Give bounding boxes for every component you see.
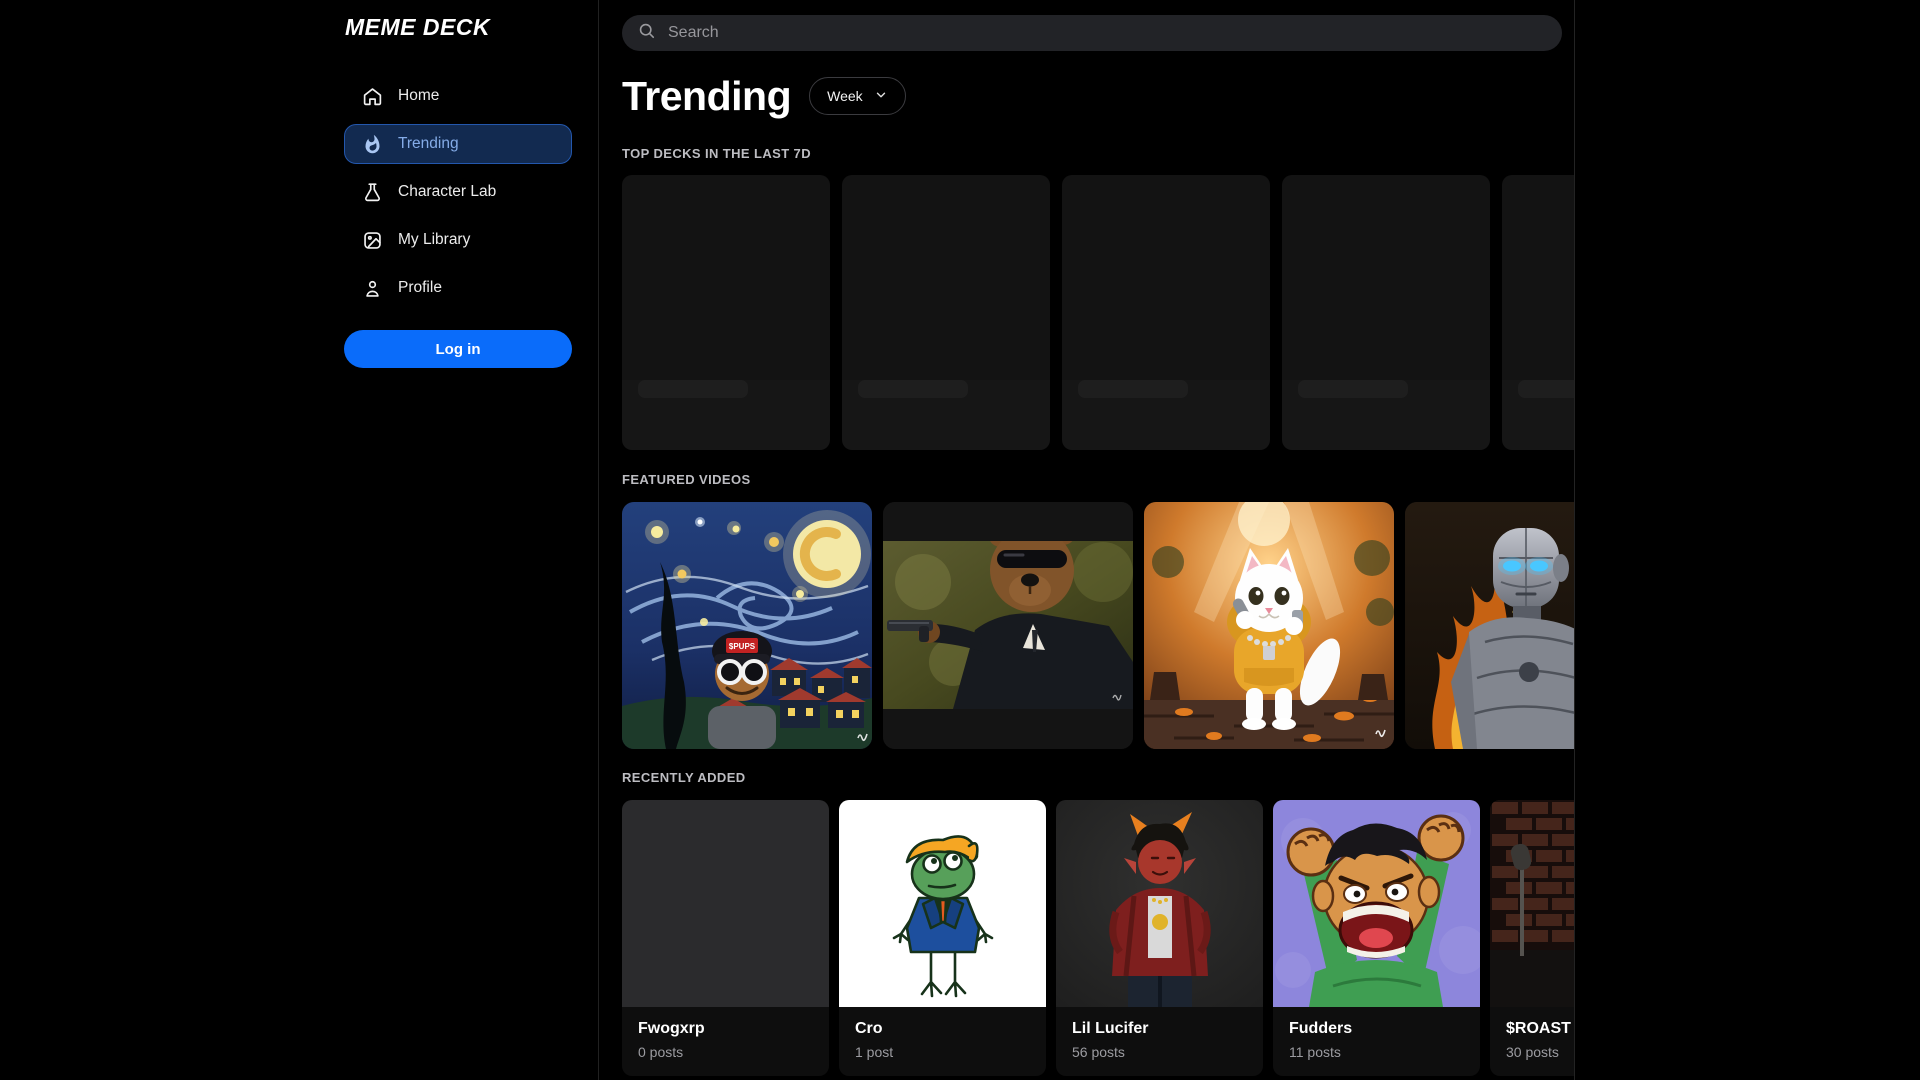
character-name: Fudders	[1289, 1020, 1464, 1038]
period-selector-value: Week	[827, 88, 863, 104]
flaming-robot-illustration	[1405, 502, 1575, 749]
rapper-cat-illustration	[1144, 502, 1394, 749]
page-header: Trending Week	[622, 72, 1574, 120]
suit-bear-illustration	[883, 502, 1133, 749]
character-name: Cro	[855, 1020, 1030, 1038]
library-icon	[362, 230, 383, 251]
sidebar-nav: Home Trending Character Lab My Library	[344, 76, 572, 308]
app-logo: MEME DECK	[345, 14, 490, 41]
sidebar-item-home[interactable]: Home	[344, 76, 572, 116]
deck-skeleton-card	[622, 175, 830, 450]
skeleton-bar	[638, 380, 748, 398]
search-icon	[637, 21, 656, 45]
character-post-count: 30 posts	[1506, 1044, 1575, 1060]
starry-night-illustration: $PUPS	[622, 502, 872, 749]
featured-video-flaming-robot[interactable]	[1405, 502, 1575, 749]
sidebar-item-label: Character Lab	[398, 183, 496, 201]
roast-duck-illustration	[1490, 800, 1575, 1007]
featured-video-rapper-cat[interactable]	[1144, 502, 1394, 749]
character-card-fudders[interactable]: Fudders 11 posts	[1273, 800, 1480, 1076]
main-content: Trending Week TOP DECKS IN THE LAST 7D F…	[598, 0, 1575, 1080]
flame-icon	[362, 134, 383, 155]
sidebar-item-label: My Library	[398, 231, 470, 249]
sidebar-item-profile[interactable]: Profile	[344, 268, 572, 308]
sidebar-item-trending[interactable]: Trending	[344, 124, 572, 164]
search-input[interactable]	[668, 24, 1547, 42]
skeleton-bar	[1078, 380, 1188, 398]
character-name: Lil Lucifer	[1072, 1020, 1247, 1038]
deck-skeleton-card	[1282, 175, 1490, 450]
recently-added-label: RECENTLY ADDED	[622, 770, 1574, 785]
sidebar-item-label: Home	[398, 87, 439, 105]
featured-videos-label: FEATURED VIDEOS	[622, 472, 1574, 487]
character-card-lil-lucifer[interactable]: Lil Lucifer 56 posts	[1056, 800, 1263, 1076]
beanie-cap-text: $PUPS	[729, 642, 756, 651]
search-bar[interactable]	[622, 15, 1562, 51]
deck-skeleton-card	[842, 175, 1050, 450]
sidebar-item-my-library[interactable]: My Library	[344, 220, 572, 260]
sidebar-item-label: Trending	[398, 135, 459, 153]
featured-video-suit-bear[interactable]	[883, 502, 1133, 749]
cro-frog-illustration	[839, 800, 1046, 1007]
character-name: Fwogxrp	[638, 1020, 813, 1038]
home-icon	[362, 86, 383, 107]
meme-deck-app: MEME DECK Home Trending Character Lab	[0, 0, 1920, 1080]
profile-icon	[362, 278, 383, 299]
sidebar-item-label: Profile	[398, 279, 442, 297]
chevron-down-icon	[874, 88, 888, 105]
character-card-roast[interactable]: $ROAST 30 posts	[1490, 800, 1575, 1076]
character-image-placeholder	[622, 800, 829, 1007]
page-title: Trending	[622, 73, 791, 120]
deck-skeleton-card	[1502, 175, 1575, 450]
character-card-fwogxrp[interactable]: Fwogxrp 0 posts	[622, 800, 829, 1076]
login-button[interactable]: Log in	[344, 330, 572, 368]
character-post-count: 0 posts	[638, 1044, 813, 1060]
featured-video-starry-night[interactable]: $PUPS	[622, 502, 872, 749]
top-decks-label: TOP DECKS IN THE LAST 7D	[622, 146, 1574, 161]
sidebar: MEME DECK Home Trending Character Lab	[0, 0, 598, 1080]
top-decks-carousel	[622, 175, 1574, 450]
skeleton-bar	[858, 380, 968, 398]
recently-added-carousel: Fwogxrp 0 posts	[622, 800, 1574, 1076]
skeleton-bar	[1298, 380, 1408, 398]
period-selector[interactable]: Week	[809, 77, 906, 115]
character-name: $ROAST	[1506, 1020, 1575, 1038]
character-post-count: 11 posts	[1289, 1044, 1464, 1060]
fudders-illustration	[1273, 800, 1480, 1007]
featured-videos-carousel: $PUPS	[622, 502, 1574, 749]
flask-icon	[362, 182, 383, 203]
sidebar-item-character-lab[interactable]: Character Lab	[344, 172, 572, 212]
lil-lucifer-illustration	[1056, 800, 1263, 1007]
skeleton-bar	[1518, 380, 1575, 398]
deck-skeleton-card	[1062, 175, 1270, 450]
character-card-cro[interactable]: Cro 1 post	[839, 800, 1046, 1076]
character-post-count: 1 post	[855, 1044, 1030, 1060]
character-post-count: 56 posts	[1072, 1044, 1247, 1060]
